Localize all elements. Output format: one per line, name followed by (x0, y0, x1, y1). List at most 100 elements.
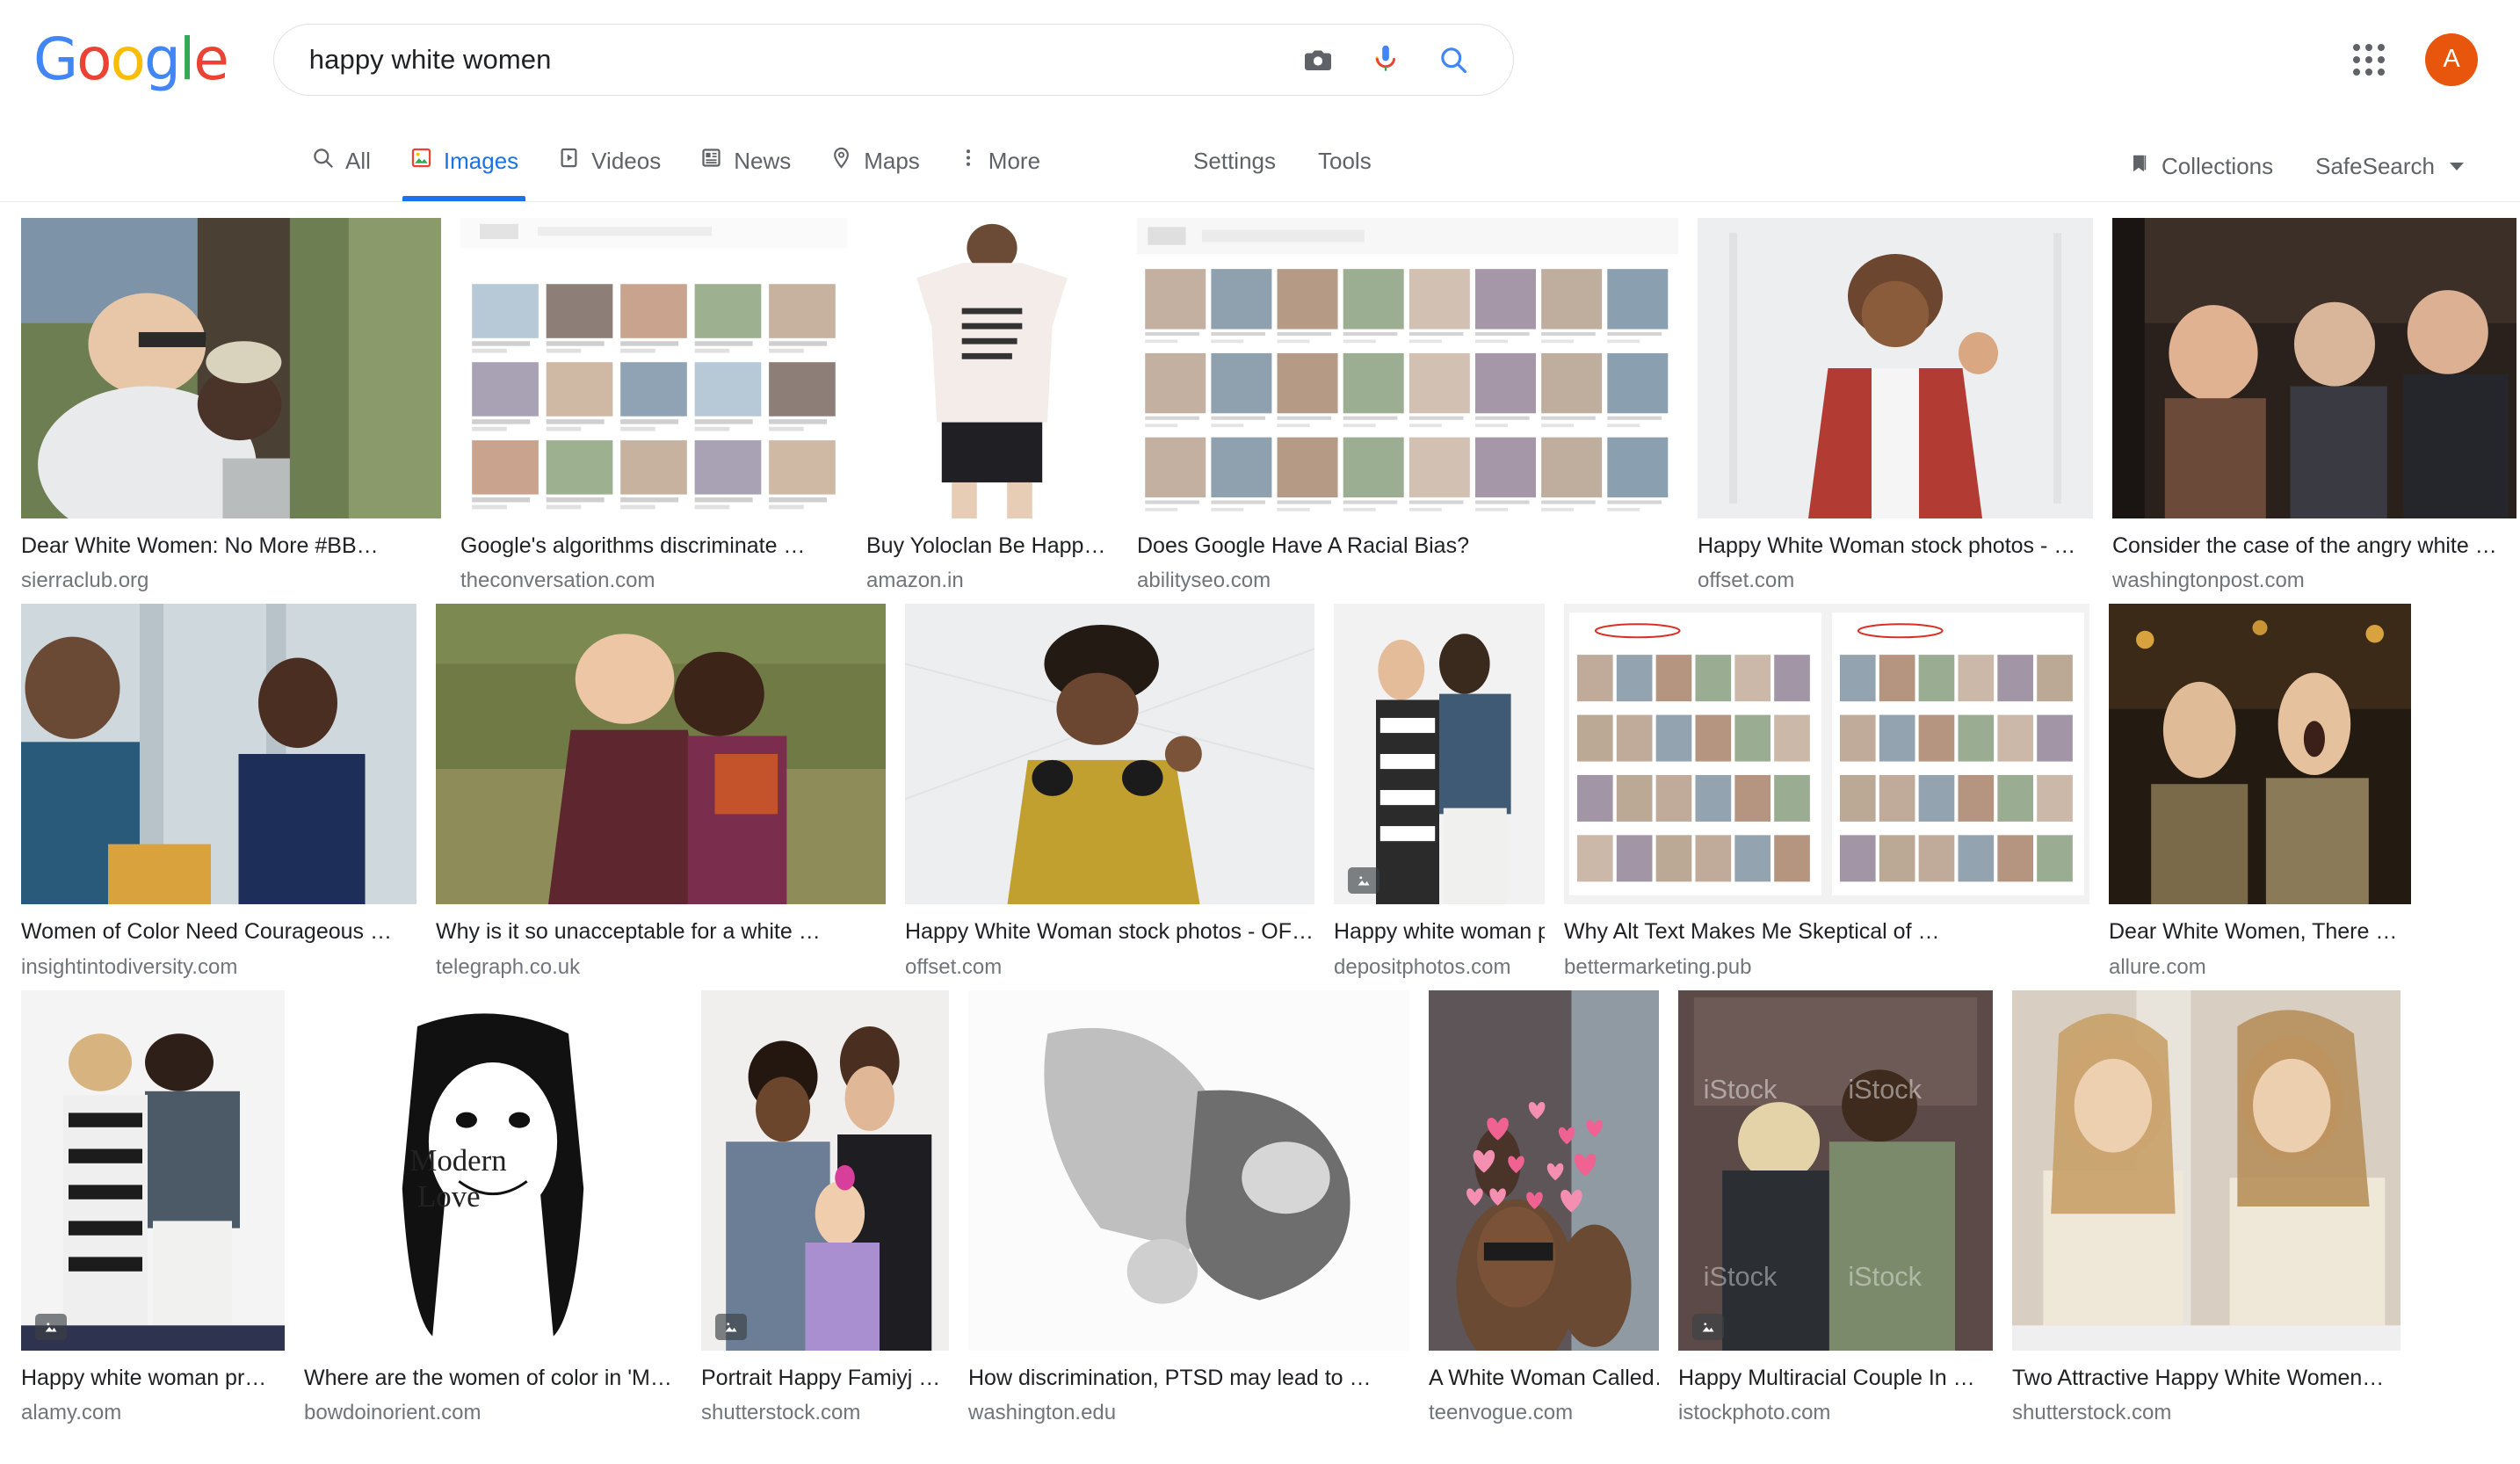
result-source-domain[interactable]: bowdoinorient.com (304, 1401, 682, 1425)
image-result-tile[interactable]: Does Google Have A Racial Bias? abilityse… (1137, 218, 1678, 593)
result-thumbnail[interactable] (1137, 218, 1678, 518)
result-title[interactable]: Women of Color Need Courageous … (21, 918, 416, 946)
result-source-domain[interactable]: washington.edu (968, 1401, 1409, 1425)
result-thumbnail[interactable] (460, 218, 847, 518)
result-thumbnail[interactable] (2012, 989, 2401, 1351)
image-gallery-badge-icon (35, 1313, 67, 1340)
result-thumbnail[interactable] (21, 989, 285, 1351)
result-thumbnail[interactable] (21, 604, 416, 905)
result-thumbnail[interactable] (21, 218, 441, 518)
camera-icon[interactable] (1302, 44, 1334, 76)
result-title[interactable]: Where are the women of color in 'M… (304, 1365, 682, 1392)
search-input[interactable] (307, 42, 1302, 76)
result-thumbnail[interactable] (1334, 604, 1545, 905)
result-source-domain[interactable]: alamy.com (21, 1401, 285, 1425)
result-source-domain[interactable]: abilityseo.com (1137, 569, 1678, 593)
result-thumbnail[interactable] (1429, 989, 1659, 1351)
image-result-tile[interactable]: Happy white woman pr… depositphotos.com (1334, 604, 1545, 979)
result-source-domain[interactable]: shutterstock.com (701, 1401, 949, 1425)
safesearch-label: SafeSearch (2315, 153, 2435, 179)
result-source-domain[interactable]: theconversation.com (460, 569, 847, 593)
result-title[interactable]: Why is it so unacceptable for a white … (436, 918, 886, 946)
image-result-tile[interactable]: Women of Color Need Courageous … insighti… (21, 604, 416, 979)
result-source-domain[interactable]: depositphotos.com (1334, 955, 1545, 980)
result-source-domain[interactable]: sierraclub.org (21, 569, 441, 593)
result-title[interactable]: Two Attractive Happy White Women… (2012, 1365, 2401, 1392)
result-title[interactable]: Buy Yoloclan Be Happ… (866, 533, 1118, 560)
result-source-domain[interactable]: teenvogue.com (1429, 1401, 1659, 1425)
result-thumbnail[interactable]: iStock iStock iStock iStock (1678, 989, 1993, 1351)
tab-maps[interactable]: Maps (810, 120, 939, 201)
result-source-domain[interactable]: offset.com (905, 955, 1314, 980)
result-title[interactable]: Portrait Happy Famiyj … (701, 1365, 949, 1392)
result-source-domain[interactable]: insightintodiversity.com (21, 955, 416, 980)
result-source-domain[interactable]: shutterstock.com (2012, 1401, 2401, 1425)
image-result-tile[interactable]: Buy Yoloclan Be Happ… amazon.in (866, 218, 1118, 593)
image-result-tile[interactable]: A White Woman Called… teenvogue.com (1429, 989, 1659, 1425)
image-result-tile[interactable]: Two Attractive Happy White Women… shutter… (2012, 989, 2401, 1425)
result-thumbnail[interactable] (1564, 604, 2089, 905)
result-thumbnail[interactable] (866, 218, 1118, 518)
image-result-tile[interactable]: Portrait Happy Famiyj … shutterstock.com (701, 989, 949, 1425)
result-title[interactable]: Does Google Have A Racial Bias? (1137, 533, 1678, 560)
google-logo[interactable]: Google (33, 30, 229, 89)
result-title[interactable]: Consider the case of the angry white … (2112, 533, 2516, 560)
search-submit-icon[interactable] (1437, 44, 1469, 76)
tab-all[interactable]: All (292, 120, 390, 201)
tab-news[interactable]: News (680, 120, 810, 201)
tab-images-label: Images (443, 147, 519, 174)
result-title[interactable]: Why Alt Text Makes Me Skeptical of … (1564, 918, 2089, 946)
image-result-tile[interactable]: Why is it so unacceptable for a white … t… (436, 604, 886, 979)
microphone-icon[interactable] (1371, 43, 1401, 76)
image-result-tile[interactable]: Modern Love Where are the women of color i… (304, 989, 682, 1425)
image-result-tile[interactable]: Happy white woman pr… alamy.com (21, 989, 285, 1425)
result-thumbnail[interactable] (2109, 604, 2411, 905)
result-title[interactable]: Happy white woman pr… (21, 1365, 285, 1392)
result-thumbnail[interactable] (905, 604, 1314, 905)
result-title[interactable]: Dear White Women: No More #BB… (21, 533, 441, 560)
image-result-tile[interactable]: Google's algorithms discriminate … thecon… (460, 218, 847, 593)
result-title[interactable]: Happy White Woman stock photos - … (1698, 533, 2093, 560)
result-thumbnail[interactable] (701, 989, 949, 1351)
tools-button[interactable]: Tools (1297, 120, 1393, 201)
search-box[interactable] (272, 23, 1514, 96)
result-source-domain[interactable]: allure.com (2109, 955, 2411, 980)
nav-right-controls: Collections SafeSearch (2110, 151, 2481, 201)
tab-images[interactable]: Images (390, 120, 538, 201)
result-thumbnail[interactable] (1698, 218, 2093, 518)
collections-button[interactable]: Collections (2110, 151, 2291, 182)
result-source-domain[interactable]: telegraph.co.uk (436, 955, 886, 980)
avatar[interactable]: A (2425, 33, 2478, 86)
safesearch-dropdown[interactable]: SafeSearch (2298, 153, 2481, 180)
result-title[interactable]: Dear White Women, There … (2109, 918, 2411, 946)
tab-news-label: News (734, 147, 792, 174)
result-title[interactable]: Happy Multiracial Couple In … (1678, 1365, 1993, 1392)
result-thumbnail[interactable] (436, 604, 886, 905)
image-result-tile[interactable]: How discrimination, PTSD may lead to … wa… (968, 989, 1409, 1425)
result-title[interactable]: Google's algorithms discriminate … (460, 533, 847, 560)
result-title[interactable]: Happy White Woman stock photos - OF… (905, 918, 1314, 946)
image-result-tile[interactable]: Consider the case of the angry white … wa… (2112, 218, 2516, 593)
image-result-tile[interactable]: Happy White Woman stock photos - … offset… (1698, 218, 2093, 593)
search-icon (311, 146, 335, 176)
tab-more[interactable]: More (939, 120, 1060, 201)
result-thumbnail[interactable] (2112, 218, 2516, 518)
tab-videos[interactable]: Videos (538, 120, 680, 201)
result-source-domain[interactable]: washingtonpost.com (2112, 569, 2516, 593)
settings-button[interactable]: Settings (1172, 120, 1297, 201)
image-result-tile[interactable]: Dear White Women: No More #BB… sierraclub… (21, 218, 441, 593)
result-thumbnail[interactable] (968, 989, 1409, 1351)
result-source-domain[interactable]: bettermarketing.pub (1564, 955, 2089, 980)
result-source-domain[interactable]: amazon.in (866, 569, 1118, 593)
result-source-domain[interactable]: offset.com (1698, 569, 2093, 593)
result-title[interactable]: How discrimination, PTSD may lead to … (968, 1365, 1409, 1392)
result-source-domain[interactable]: istockphoto.com (1678, 1401, 1993, 1425)
image-result-tile[interactable]: Dear White Women, There … allure.com (2109, 604, 2411, 979)
result-title[interactable]: Happy white woman pr… (1334, 918, 1545, 946)
result-title[interactable]: A White Woman Called… (1429, 1365, 1659, 1392)
result-thumbnail[interactable]: Modern Love (304, 989, 682, 1351)
apps-grid-icon[interactable] (2343, 33, 2395, 86)
image-result-tile[interactable]: Why Alt Text Makes Me Skeptical of … bett… (1564, 604, 2089, 979)
image-result-tile[interactable]: Happy White Woman stock photos - OF… offs… (905, 604, 1314, 979)
image-result-tile[interactable]: iStock iStock iStock iStock Happy Multiracia… (1678, 989, 1993, 1425)
